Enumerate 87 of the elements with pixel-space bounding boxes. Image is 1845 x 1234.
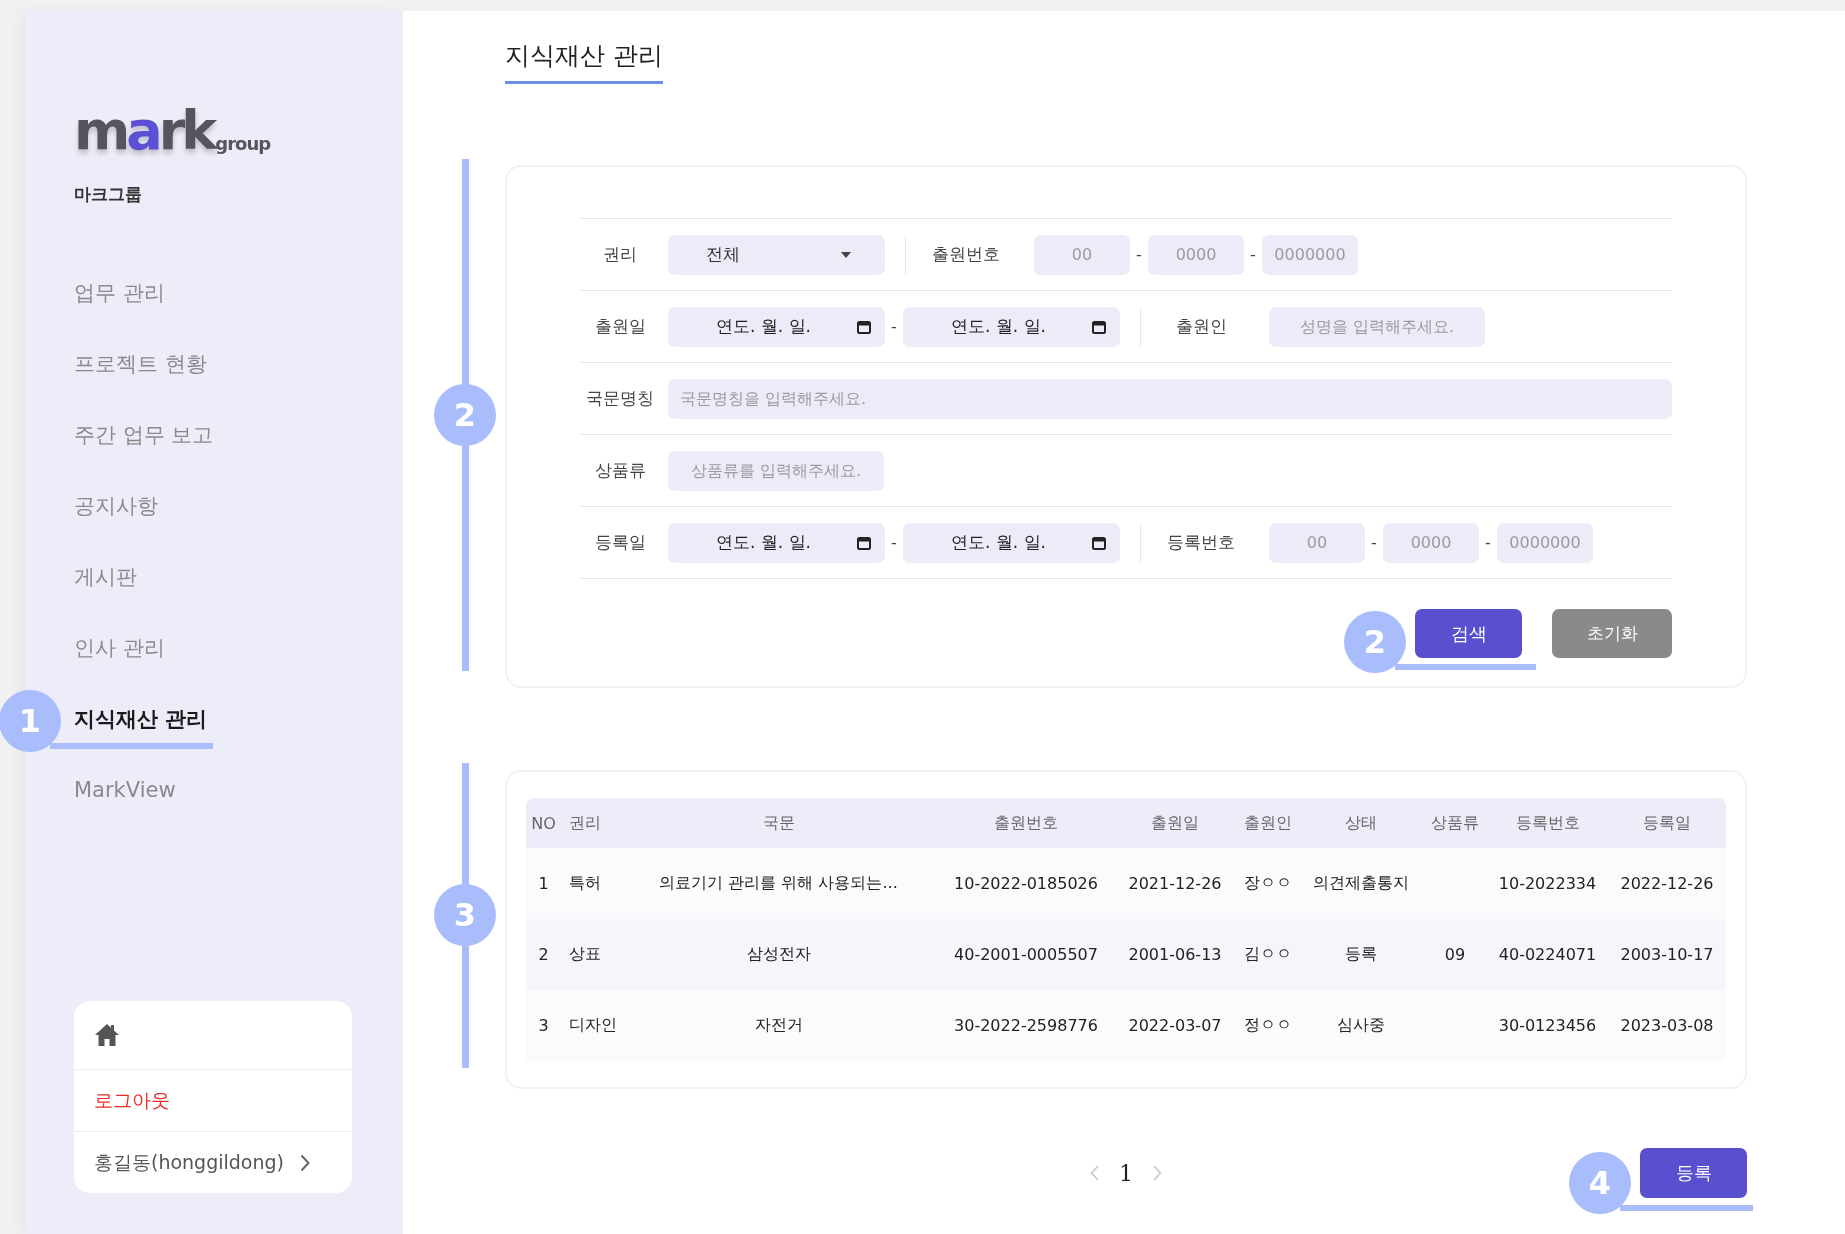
table-cell-text: 10-2022334 — [1497, 874, 1598, 893]
select-dropdown[interactable]: 전체 — [668, 234, 885, 275]
separator: - — [1484, 533, 1492, 552]
date-field[interactable]: 연도. 월. 일. — [903, 522, 1120, 563]
date-field[interactable]: 연도. 월. 일. — [668, 522, 885, 563]
column-header: 출원인 — [1242, 812, 1293, 834]
column-header: 등록번호 — [1514, 812, 1581, 834]
table-cell-text: 디자인 — [568, 1015, 618, 1036]
column-header: 국문 — [761, 812, 796, 834]
register-button[interactable]: 등록 — [1640, 1148, 1747, 1198]
field-label: 출원인 — [1174, 315, 1228, 338]
home-icon[interactable] — [94, 1023, 120, 1047]
text-field[interactable]: 상품류를 입력해주세요. — [668, 450, 884, 491]
separator: - — [1370, 533, 1378, 552]
table-cell-text: 2001-06-13 — [1127, 945, 1223, 964]
table-cell-text: 2003-10-17 — [1619, 945, 1715, 964]
date-field[interactable]: 연도. 월. 일. — [903, 306, 1120, 347]
logo-wordmark: mark — [74, 107, 214, 155]
table-cell-text: 2022-12-26 — [1619, 874, 1715, 893]
separator: - — [1249, 245, 1257, 264]
field-label: 권리 — [602, 243, 638, 266]
separator: - — [890, 533, 898, 552]
column-header: 등록일 — [1642, 812, 1692, 834]
field-label: 출원일 — [593, 315, 647, 338]
search-button[interactable]: 검색 — [1415, 609, 1522, 658]
table-cell-text: 특허 — [568, 873, 602, 894]
field-label: 상품류 — [593, 459, 647, 482]
field-label: 출원번호 — [931, 243, 1001, 266]
table-cell-text: 40-0224071 — [1497, 945, 1598, 964]
company-name: 마크그룹 — [74, 183, 143, 206]
date-field[interactable]: 연도. 월. 일. — [668, 306, 885, 347]
calendar-icon — [1092, 319, 1106, 334]
column-header: 출원번호 — [993, 812, 1059, 834]
number-field[interactable]: 00 — [1269, 522, 1365, 563]
table-cell-text: 1 — [537, 874, 550, 893]
column-header: 출원일 — [1150, 812, 1200, 834]
number-field[interactable]: 0000 — [1383, 522, 1479, 563]
column-header: 권리 — [568, 812, 602, 834]
field-label: 등록번호 — [1166, 531, 1236, 554]
logout-link[interactable]: 로그아웃 — [94, 1087, 170, 1114]
table-cell-text: 30-2022-2598776 — [953, 1016, 1099, 1035]
table-cell-text: 삼성전자 — [745, 944, 812, 965]
table-cell-text: 2 — [537, 945, 550, 964]
table-cell-text: 2022-03-07 — [1127, 1016, 1223, 1035]
column-header: 상품류 — [1430, 812, 1480, 834]
page-number[interactable]: 1 — [1119, 1160, 1133, 1186]
number-field[interactable]: 0000000 — [1262, 234, 1358, 275]
callout-number: 1 — [0, 690, 61, 752]
calendar-icon — [1092, 535, 1106, 550]
table-cell-text: 2023-03-08 — [1619, 1016, 1715, 1035]
field-label: 국문명칭 — [585, 387, 655, 410]
logo-subtitle: group — [215, 135, 271, 153]
table-row[interactable]: 1 특허 의료기기 관리를 위해 사용되는... 10-2022-0185026 2021-12-26 장ㅇㅇ 의견제출통지 10-2022334 2022-12-26 — [526, 848, 1726, 919]
column-header: 상태 — [1344, 812, 1378, 834]
table-cell-text: 상표 — [568, 944, 602, 965]
page-title: 지식재산 관리 — [505, 39, 663, 84]
table-cell-text: 등록 — [1344, 944, 1378, 965]
table-cell-text: 3 — [537, 1016, 550, 1035]
table-cell-text: 의료기기 관리를 위해 사용되는... — [658, 873, 899, 894]
nav-item[interactable]: 지식재산 관리 — [74, 684, 208, 755]
table-cell-text: 자전거 — [753, 1015, 804, 1036]
separator: - — [890, 317, 898, 336]
calendar-icon — [857, 319, 871, 334]
number-field[interactable]: 0000 — [1148, 234, 1244, 275]
text-field[interactable]: 국문명칭을 입력해주세요. — [668, 378, 1672, 419]
text-field[interactable]: 성명을 입력해주세요. — [1269, 306, 1485, 347]
table-cell-text: 장ㅇㅇ — [1242, 873, 1293, 894]
chevron-right-icon[interactable] — [300, 1153, 310, 1172]
user-name[interactable]: 홍길동(honggildong) — [94, 1149, 284, 1176]
table-cell-text: 30-0123456 — [1497, 1016, 1598, 1035]
number-field[interactable]: 00 — [1034, 234, 1130, 275]
table-cell-text: 김ㅇㅇ — [1242, 944, 1293, 965]
table-cell-text: 09 — [1443, 945, 1467, 964]
table-cell-text: 정ㅇㅇ — [1242, 1015, 1293, 1036]
table-cell-text: 의견제출통지 — [1312, 873, 1410, 894]
caret-icon — [841, 251, 851, 258]
calendar-icon — [857, 535, 871, 550]
table-row[interactable]: 3 디자인 자전거 30-2022-2598776 2022-03-07 정ㅇㅇ 심사중 30-0123456 2023-03-08 — [526, 990, 1726, 1061]
table-row[interactable]: 2 상표 삼성전자 40-2001-0005507 2001-06-13 김ㅇㅇ 등록 09 40-0224071 2003-10-17 — [526, 919, 1726, 990]
table-cell-text: 40-2001-0005507 — [953, 945, 1099, 964]
column-header: NO — [530, 813, 557, 833]
table-cell-text: 10-2022-0185026 — [953, 874, 1099, 893]
table-cell-text: 2021-12-26 — [1127, 874, 1223, 893]
separator: - — [1135, 245, 1143, 264]
number-field[interactable]: 0000000 — [1497, 522, 1593, 563]
field-label: 등록일 — [593, 531, 647, 554]
table-cell-text: 심사중 — [1336, 1015, 1386, 1036]
